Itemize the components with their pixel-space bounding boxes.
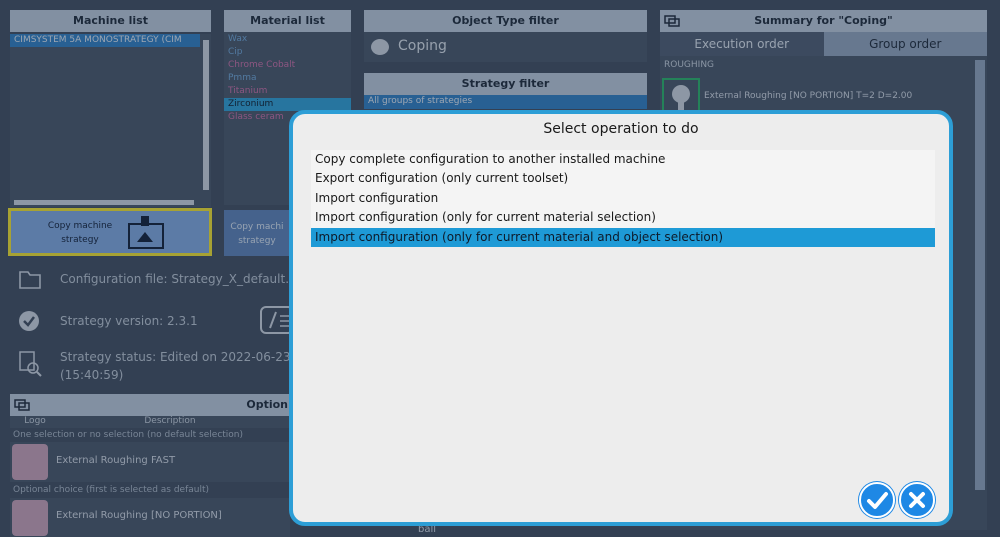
strategy-version-label: Strategy version: 2.3.1 xyxy=(60,314,198,328)
column-description: Description xyxy=(144,416,196,426)
ok-button[interactable] xyxy=(859,482,895,518)
operation-import-material-object[interactable]: Import configuration (only for current m… xyxy=(311,227,935,247)
folder-icon xyxy=(19,271,41,289)
copy-machine-label-1: Copy machine xyxy=(47,221,113,231)
coping-icon xyxy=(371,39,389,55)
roughing-thumbnail xyxy=(12,500,48,536)
operation-export[interactable]: Export configuration (only current tools… xyxy=(311,169,935,188)
machine-list-item[interactable]: CIMSYSTEM 5A MONOSTRATEGY (CIM xyxy=(10,34,200,47)
cnc-machine-icon xyxy=(128,216,164,249)
object-type-filter-title: Object Type filter xyxy=(364,10,647,32)
machine-list-scrollbar[interactable] xyxy=(203,40,209,190)
strategy-status-line1: Strategy status: Edited on 2022-06-23 xyxy=(60,350,291,364)
roughing-fast-thumbnail xyxy=(12,444,48,480)
material-list-title: Material list xyxy=(224,10,351,32)
options-row[interactable]: External Roughing [NO PORTION] xyxy=(10,498,290,537)
object-type-value[interactable]: Coping xyxy=(398,38,447,54)
column-logo: Logo xyxy=(24,416,46,426)
copy-machine-strategy-button[interactable]: Copy machine strategy xyxy=(8,208,212,256)
copy-machine-label-2: strategy xyxy=(61,235,99,245)
copy-material-strategy-button[interactable]: Copy machi strategy xyxy=(224,210,290,256)
check-circle-icon xyxy=(19,311,39,331)
options-group-label: One selection or no selection (no defaul… xyxy=(10,428,290,442)
strategy-filter-title: Strategy filter xyxy=(364,73,647,95)
object-type-filter-panel: Object Type filter Coping xyxy=(364,10,647,62)
roughing-thumbnail[interactable] xyxy=(662,78,700,114)
strategy-status-line2: (15:40:59) xyxy=(60,368,124,382)
copy-material-label-2: strategy xyxy=(238,236,276,246)
options-panel: Option Logo Description One selection or… xyxy=(10,394,290,537)
summary-title: Summary for "Coping" xyxy=(660,10,987,32)
tab-group-order[interactable]: Group order xyxy=(823,32,987,56)
copy-material-label-1: Copy machi xyxy=(230,222,284,232)
options-title: Option xyxy=(10,394,290,416)
tool-icon xyxy=(672,85,690,110)
summary-row[interactable]: External Roughing [NO PORTION] T=2 D=2.0… xyxy=(704,91,912,101)
options-group-label: Optional choice (first is selected as de… xyxy=(10,482,290,498)
strategy-status: Strategy status: Edited on 2022-06-23 (1… xyxy=(60,348,291,384)
material-item[interactable]: Titanium xyxy=(224,85,351,98)
edit-icon xyxy=(269,311,290,329)
operation-copy-complete[interactable]: Copy complete configuration to another i… xyxy=(311,150,935,169)
material-item[interactable]: Pmma xyxy=(224,72,351,85)
select-operation-dialog: Select operation to do Copy complete con… xyxy=(289,110,953,526)
options-row-label: External Roughing [NO PORTION] xyxy=(56,510,222,521)
options-row[interactable]: External Roughing FAST xyxy=(10,442,290,482)
operation-list: Copy complete configuration to another i… xyxy=(311,150,935,247)
summary-scrollbar[interactable] xyxy=(975,60,985,490)
material-item[interactable]: Chrome Cobalt xyxy=(224,59,351,72)
config-file-label: Configuration file: Strategy_X_default.C… xyxy=(60,272,305,286)
document-search-icon xyxy=(19,351,42,377)
window-icon xyxy=(14,399,30,411)
machine-list-panel: Machine list CIMSYSTEM 5A MONOSTRATEGY (… xyxy=(10,10,211,207)
info-panel: Configuration file: Strategy_X_default.C… xyxy=(10,262,304,387)
machine-list-title: Machine list xyxy=(10,10,211,32)
operation-import-material[interactable]: Import configuration (only for current m… xyxy=(311,208,935,227)
tab-execution-order[interactable]: Execution order xyxy=(660,32,824,56)
strategy-filter-value[interactable]: All groups of strategies xyxy=(364,95,647,109)
material-item[interactable]: Cip xyxy=(224,46,351,59)
machine-list-hscroll[interactable] xyxy=(14,200,194,205)
summary-section-label: ROUGHING xyxy=(664,60,715,70)
material-item[interactable]: Wax xyxy=(224,33,351,46)
options-row-label: External Roughing FAST xyxy=(56,455,176,466)
check-icon xyxy=(867,492,888,509)
operation-import[interactable]: Import configuration xyxy=(311,189,935,208)
dialog-title: Select operation to do xyxy=(543,121,699,137)
window-icon xyxy=(664,15,680,27)
app-window: Machine list CIMSYSTEM 5A MONOSTRATEGY (… xyxy=(0,0,1000,537)
cancel-button[interactable] xyxy=(899,482,935,518)
strategy-filter-panel: Strategy filter All groups of strategies xyxy=(364,73,647,113)
close-icon xyxy=(909,492,925,508)
